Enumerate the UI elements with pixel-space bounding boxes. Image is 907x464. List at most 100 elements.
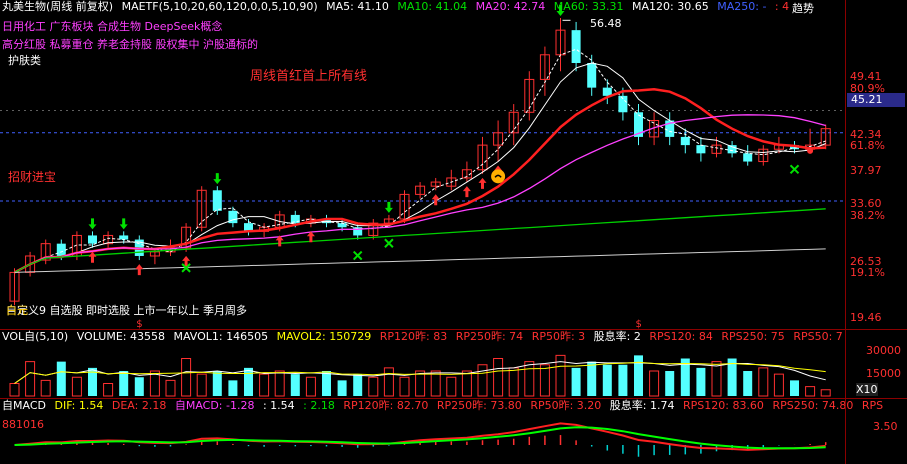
ma-header: 丸美生物(周线 前复权) MAETF(5,10,20,60,120,0,0,5,… [2,0,819,14]
volume-bar-down [571,367,581,396]
macd-panel[interactable]: 自MACD DIF: 1.54 DEA: 2.18 自MACD: -1.28 :… [0,399,907,464]
macd-rps250: RPS250: 74.80 [772,399,854,412]
macd-dea: DEA: 2.18 [111,399,167,412]
buy-arrow-icon [135,264,144,276]
volume-bar-down [696,367,706,396]
sell-arrow-icon [119,218,128,230]
stock-title[interactable]: 丸美生物(周线 前复权) [2,0,113,13]
macd-dif: DIF: 1.54 [54,399,104,412]
volume-panel[interactable]: VOL自(5,10) VOLUME: 43558 MAVOL1: 146505 … [0,330,907,398]
axis-tick-19-46: 19.46 [850,311,882,324]
sell-arrow-icon [384,201,393,213]
vol-axis-15000: 15000 [866,367,901,380]
volume-bar-down [337,380,347,396]
volume-bar-up [711,361,722,397]
ma-indicator: MAETF(5,10,20,60,120,0,0,5,10,90) [121,0,318,13]
volume-bar-down [212,371,222,396]
candle-down [743,153,753,162]
macd-dea2: : 2.18 [303,399,335,412]
axis-tick-38-2: 38.2% [850,209,885,222]
candle-down [212,190,222,211]
vol-rp120: RP120昨: 83 [379,330,448,343]
volume-bar-down [665,371,675,396]
zhaocai-annotation: 招财进宝 [8,170,57,184]
vol-rps250: RPS250: 75 [721,330,785,343]
macd-dividend: 股息率: 1.74 [609,399,675,412]
buy-arrow-icon [88,251,97,263]
ma250-value: MA250: - [717,0,767,13]
volume-bar-up [508,367,519,397]
volume-bar-down [790,380,799,396]
volume-bar-down [134,377,144,396]
volume-bar-up [274,370,285,397]
axis-tick-37-97: 37.97 [850,164,882,177]
volume-bar-up [305,376,316,397]
concepts-line-2: 高分红股 私募重仓 养老金持股 股权集中 沪股通标的 [2,38,258,51]
vol-axis-x10: X10 [856,383,878,396]
x-mark-icon [352,250,363,261]
s-marker: $ [136,319,142,329]
volume-bar-down [244,367,253,396]
vol-volume: VOLUME: 43558 [76,330,165,343]
volume-bar-down [743,371,753,396]
volume-bar-up [383,367,394,397]
concepts-line-1: 日用化工 广东板块 合成生物 DeepSeek概念 [2,20,223,33]
volume-bar-up [493,358,504,397]
weekly-red-annotation: 周线首红首上所有线 [250,69,368,84]
ma10-value: MA10: 41.04 [397,0,468,13]
index-code: 881016 [2,418,44,431]
volume-bar-up [103,383,114,397]
volume-bar-up [758,367,769,397]
volume-bar-down [618,364,628,396]
volume-bar-up [461,370,472,397]
vol-rp250: RP250昨: 74 [455,330,524,343]
vol-mavol2: MAVOL2: 150729 [276,330,372,343]
macd-axis-3-50: 3.50 [873,420,898,433]
macd-rp250: RP250昨: 73.80 [436,399,522,412]
volume-bar-up [25,361,36,397]
ma60-value: MA60: 33.31 [553,0,624,13]
axis-tick-61-8: 61.8% [850,139,885,152]
price-panel[interactable]: $ $ 丸美生物(周线 前复权) MAETF(5,10,20,60,120,0,0… [0,0,907,329]
volume-bar-down [228,380,238,396]
volume-bar-up [368,376,379,397]
macd-dif-line [14,422,826,451]
buy-arrow-icon [478,177,487,189]
volume-bar-down [634,355,643,396]
volume-bar-up [399,376,410,397]
candle-down [119,235,129,240]
volume-bar-up [71,376,82,397]
current-price-badge: 45.21 [847,93,905,107]
volume-bar-down [602,364,612,396]
volume-bar-down [119,371,129,396]
volume-bar-up [539,364,550,397]
candle-down [571,30,581,64]
bottom-selection-text: 自定义9 自选股 即时选股 上市一年以上 季月周多 [6,304,247,317]
candle-down [587,63,597,88]
vol-dividend: 股息率: 2 [593,330,641,343]
volume-bar-up [259,373,270,397]
volume-bar-up [820,389,831,397]
s-marker: $ [636,319,642,329]
concepts-line-3: 护肤类 [8,54,41,67]
volume-bar-up [805,386,816,397]
volume-bar-up [40,379,51,397]
candle-down [88,235,97,244]
vol-mavol1: MAVOL1: 146505 [173,330,269,343]
volume-bar-down [56,361,66,396]
smiley-icon [491,169,506,184]
trend-button[interactable]: 趋势 [790,0,816,16]
volume-bar-up [430,370,441,397]
volume-bar-down [322,371,331,396]
macd-header: 自MACD DIF: 1.54 DEA: 2.18 自MACD: -1.28 :… [2,399,888,413]
vol-axis-30000: 30000 [866,344,901,357]
vol-rps50: RPS50: 7 [793,330,843,343]
ma20-value: MA20: 42.74 [475,0,546,13]
volume-bar-up [181,358,192,397]
axis-tick-19-1: 19.1% [850,266,885,279]
macd-dif2: : 1.54 [262,399,295,412]
volume-bar-up [477,364,488,397]
volume-bar-up [9,383,20,397]
macd-title: 自MACD [2,399,46,412]
macd-value: 自MACD: -1.28 [174,399,255,412]
